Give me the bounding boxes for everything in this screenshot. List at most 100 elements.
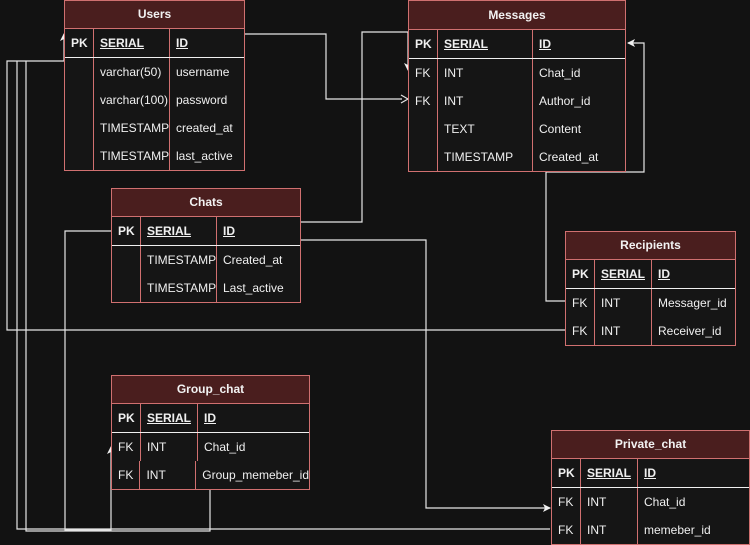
table-row[interactable]: FK INT Messager_id: [566, 289, 735, 317]
type-cell: TIMESTAMP: [141, 274, 217, 302]
name-cell: created_at: [176, 121, 233, 135]
table-users[interactable]: Users PK SERIAL ID varchar(50) username …: [64, 0, 245, 171]
name-cell: Receiver_id: [658, 324, 722, 338]
name-cell: Chat_id: [539, 66, 581, 80]
name-cell: ID: [658, 267, 670, 281]
connector-users-messages-author[interactable]: [245, 33, 402, 100]
type-cell: INT: [141, 433, 198, 461]
table-row[interactable]: PK SERIAL ID: [112, 404, 309, 433]
name-cell: Messager_id: [658, 296, 727, 310]
type-cell: varchar(50): [94, 58, 170, 86]
key-cell: FK: [409, 59, 438, 87]
key-cell: [409, 115, 438, 143]
name-cell: ID: [223, 224, 235, 238]
type-cell: SERIAL: [141, 404, 198, 432]
connector-chats-messages[interactable]: [301, 31, 412, 223]
key-cell: PK: [112, 404, 141, 432]
type-cell: INT: [438, 59, 533, 87]
table-recipients[interactable]: Recipients PK SERIAL ID FK INT Messager_…: [565, 231, 736, 346]
type-cell: SERIAL: [595, 260, 652, 288]
type-cell: INT: [581, 516, 638, 544]
name-cell: Author_id: [539, 94, 591, 108]
type-cell: SERIAL: [581, 459, 638, 487]
type-cell: TEXT: [438, 115, 533, 143]
table-row[interactable]: FK INT memeber_id: [552, 516, 749, 544]
key-cell: PK: [112, 217, 141, 245]
type-cell: TIMESTAMP: [94, 114, 170, 142]
table-row[interactable]: FK INT Chat_id: [552, 488, 749, 516]
key-cell: FK: [566, 317, 595, 345]
name-cell: ID: [176, 36, 188, 50]
table-title: Private_chat: [552, 431, 749, 459]
key-cell: [65, 114, 94, 142]
table-title: Messages: [409, 1, 625, 30]
name-cell: memeber_id: [644, 523, 711, 537]
name-cell: last_active: [176, 149, 233, 163]
key-cell: FK: [112, 433, 141, 461]
key-cell: PK: [566, 260, 595, 288]
name-cell: username: [176, 65, 230, 79]
type-cell: INT: [438, 87, 533, 115]
table-row[interactable]: PK SERIAL ID: [566, 260, 735, 289]
table-row[interactable]: varchar(50) username: [65, 58, 244, 86]
type-cell: SERIAL: [438, 30, 533, 58]
type-cell: TIMESTAMP: [94, 142, 170, 170]
table-title: Chats: [112, 189, 300, 217]
name-cell: Group_memeber_id: [202, 468, 309, 482]
table-row[interactable]: TIMESTAMP Created_at: [112, 246, 300, 274]
table-row[interactable]: TIMESTAMP Created_at: [409, 143, 625, 171]
name-cell: Last_active: [223, 281, 284, 295]
table-row[interactable]: TIMESTAMP last_active: [65, 142, 244, 170]
key-cell: [112, 274, 141, 302]
type-cell: varchar(100): [94, 86, 170, 114]
type-cell: INT: [581, 488, 638, 516]
name-cell: Created_at: [539, 150, 599, 164]
connector-chats-group-chat[interactable]: [64, 230, 115, 531]
key-cell: FK: [552, 516, 581, 544]
table-group-chat[interactable]: Group_chat PK SERIAL ID FK INT Chat_id F…: [111, 375, 310, 490]
table-row[interactable]: FK INT Chat_id: [112, 433, 309, 461]
table-chats[interactable]: Chats PK SERIAL ID TIMESTAMP Created_at …: [111, 188, 301, 303]
table-row[interactable]: FK INT Group_memeber_id: [112, 461, 309, 489]
key-cell: PK: [552, 459, 581, 487]
type-cell: INT: [140, 461, 197, 489]
table-row[interactable]: FK INT Receiver_id: [566, 317, 735, 345]
connector-chats-private-chat[interactable]: [301, 239, 551, 512]
table-messages[interactable]: Messages PK SERIAL ID FK INT Chat_id FK …: [408, 0, 626, 172]
table-title: Group_chat: [112, 376, 309, 404]
key-cell: FK: [409, 87, 438, 115]
table-row[interactable]: TEXT Content: [409, 115, 625, 143]
table-row[interactable]: PK SERIAL ID: [65, 29, 244, 58]
name-cell: ID: [539, 37, 551, 51]
type-cell: INT: [595, 289, 652, 317]
name-cell: Chat_id: [644, 495, 686, 509]
key-cell: FK: [566, 289, 595, 317]
name-cell: Content: [539, 122, 582, 136]
table-row[interactable]: TIMESTAMP Last_active: [112, 274, 300, 302]
key-cell: PK: [65, 29, 94, 57]
key-cell: FK: [552, 488, 581, 516]
name-cell: password: [176, 93, 228, 107]
name-cell: ID: [644, 466, 656, 480]
table-row[interactable]: TIMESTAMP created_at: [65, 114, 244, 142]
table-row[interactable]: FK INT Author_id: [409, 87, 625, 115]
type-cell: TIMESTAMP: [141, 246, 217, 274]
key-cell: [65, 142, 94, 170]
table-row[interactable]: PK SERIAL ID: [409, 30, 625, 59]
type-cell: SERIAL: [141, 217, 217, 245]
table-row[interactable]: varchar(100) password: [65, 86, 244, 114]
table-row[interactable]: PK SERIAL ID: [552, 459, 749, 488]
table-row[interactable]: FK INT Chat_id: [409, 59, 625, 87]
type-cell: TIMESTAMP: [438, 143, 533, 171]
name-cell: ID: [204, 411, 216, 425]
name-cell: Chat_id: [204, 440, 246, 454]
table-row[interactable]: PK SERIAL ID: [112, 217, 300, 246]
key-cell: FK: [112, 461, 141, 489]
crowsfoot-icon: [400, 94, 409, 104]
table-title: Users: [65, 1, 244, 29]
key-cell: [409, 143, 438, 171]
table-title: Recipients: [566, 232, 735, 260]
type-cell: INT: [595, 317, 652, 345]
key-cell: [65, 86, 94, 114]
table-private-chat[interactable]: Private_chat PK SERIAL ID FK INT Chat_id…: [551, 430, 750, 545]
